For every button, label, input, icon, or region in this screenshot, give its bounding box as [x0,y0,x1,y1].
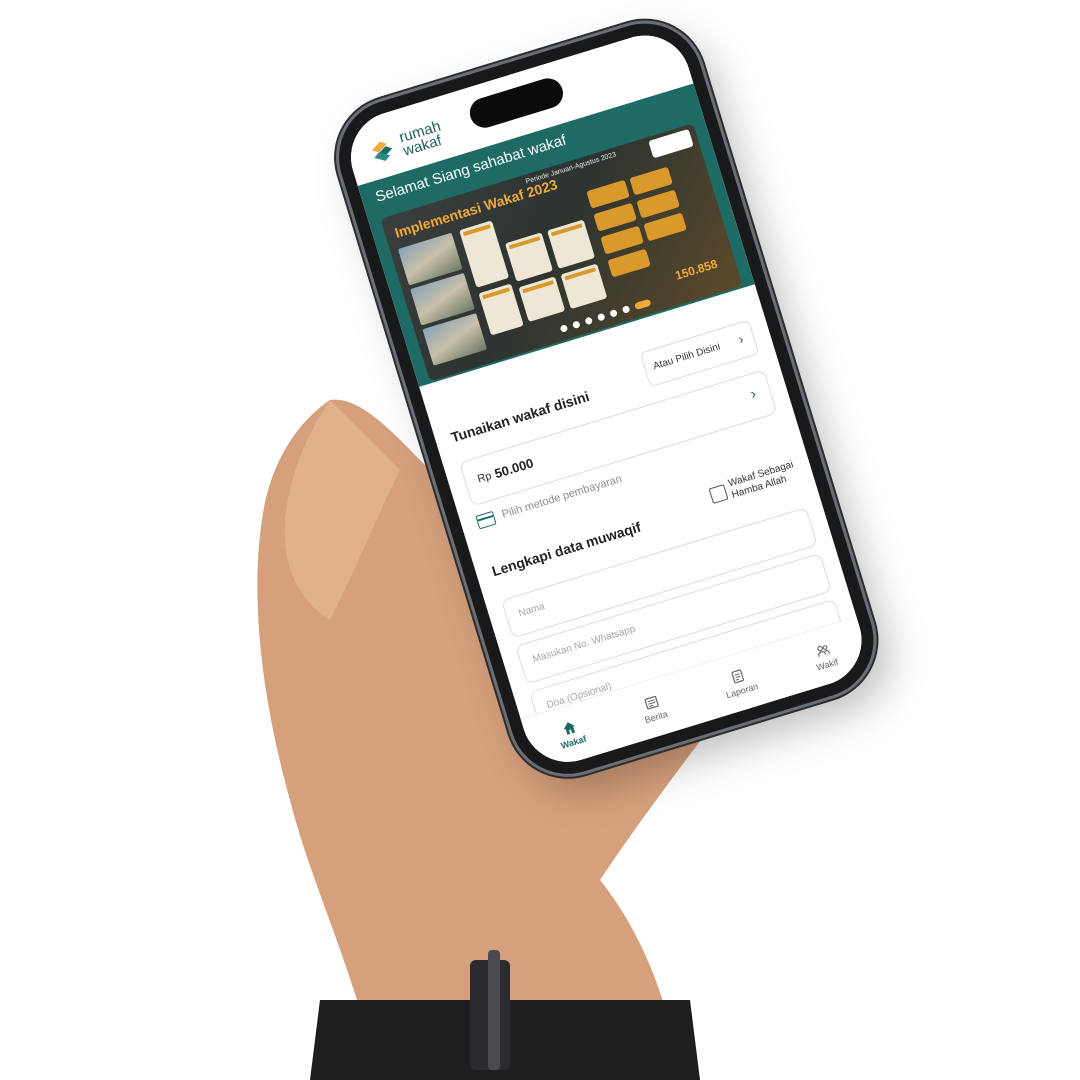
tab-wakif-label: Wakif [815,656,840,673]
tab-berita[interactable]: Berita [638,692,669,725]
carousel-dot[interactable] [596,312,606,322]
banner-tile [643,212,687,242]
tab-laporan[interactable]: Laporan [720,664,760,700]
logo-mark-icon [371,141,393,161]
banner-card [518,276,566,322]
whatsapp-placeholder: Masukan No. Whatsapp [531,623,637,666]
chevron-right-icon: › [748,385,759,403]
home-icon [563,721,575,735]
banner-card [478,283,524,336]
tab-wakaf[interactable]: Wakaf [555,717,587,750]
banner-stat: 150.858 [673,256,720,283]
choose-option-label: Atau Pilih Disini [651,341,722,373]
newspaper-icon [644,695,659,709]
tab-laporan-label: Laporan [724,680,760,700]
report-icon [731,668,744,683]
people-icon [817,644,831,657]
credit-card-icon [475,510,497,530]
chevron-right-icon: › [736,330,746,348]
banner-card [547,219,596,269]
amount-value: 50.000 [492,455,536,482]
banner-card [504,232,554,282]
carousel-dot[interactable] [609,308,618,318]
currency-label: Rp [476,469,494,486]
carousel-dot[interactable] [559,324,569,333]
logo-text: rumah wakaf [397,118,447,160]
banner-logo-badge [648,128,694,159]
carousel-dot-active[interactable] [634,298,652,311]
tab-wakif[interactable]: Wakif [810,640,839,672]
banner-card [560,263,608,310]
carousel-dot[interactable] [584,316,594,326]
carousel-dot[interactable] [621,305,631,314]
name-placeholder: Nama [517,601,547,620]
anonymous-checkbox[interactable] [708,484,729,505]
anonymous-checkbox-row[interactable]: Wakaf Sebagai Hamba Allah [707,459,799,508]
anonymous-label: Wakaf Sebagai Hamba Allah [727,459,799,502]
banner-card [459,220,510,288]
banner-tile [607,248,651,278]
carousel-dot[interactable] [571,320,581,330]
